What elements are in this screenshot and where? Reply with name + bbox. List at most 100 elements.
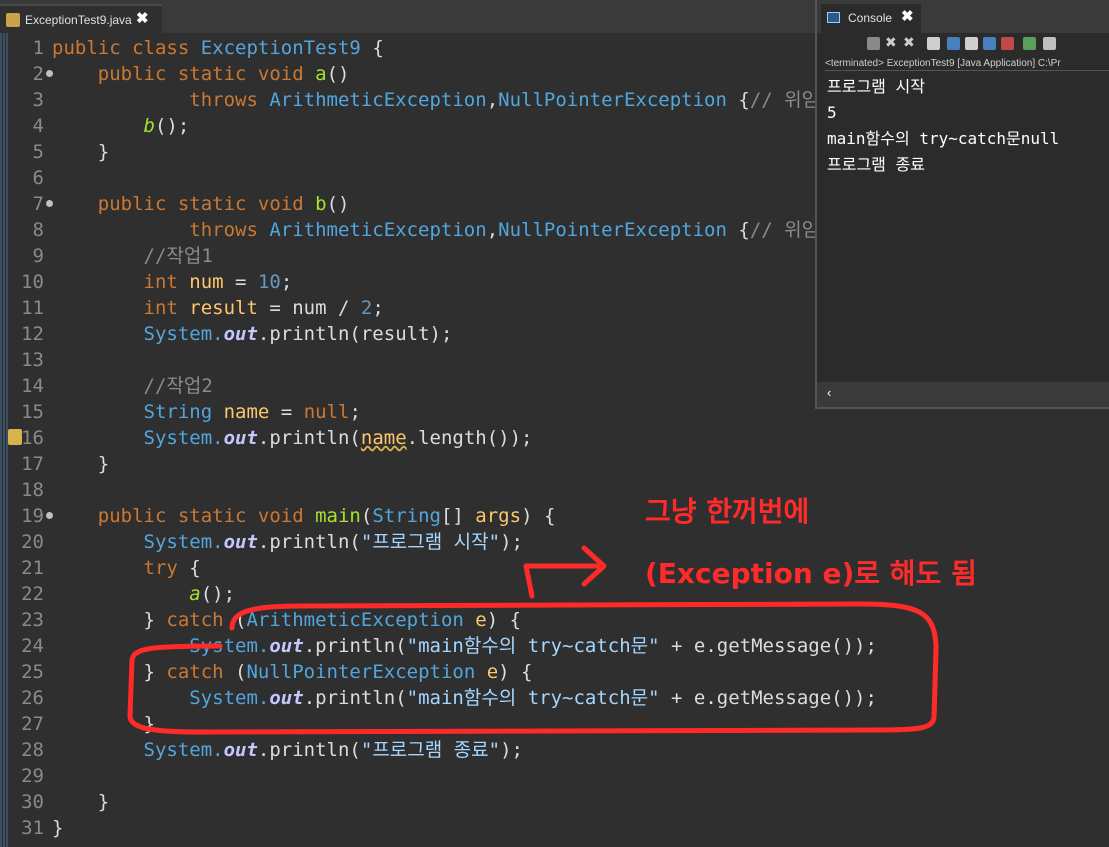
remove-launch-icon[interactable]: ✖	[885, 36, 898, 50]
display-console-icon[interactable]	[1043, 37, 1056, 50]
code-token: {	[726, 219, 750, 241]
code-token: out	[269, 687, 304, 709]
code-comment: //작업2	[143, 375, 213, 397]
line-number: 29	[21, 765, 44, 787]
line-number: 18	[21, 479, 44, 501]
code-line[interactable]: 26 System.out.println("main함수의 try~catch…	[8, 685, 1109, 711]
line-number: 27	[21, 713, 44, 735]
code-token: throws	[52, 219, 270, 241]
code-token: .println(	[257, 739, 361, 761]
code-token: throws	[52, 89, 270, 111]
clear-console-icon[interactable]	[927, 37, 940, 50]
code-line[interactable]: 25 } catch (NullPointerException e) {	[8, 659, 1109, 685]
code-line[interactable]: 30 }	[8, 789, 1109, 815]
code-token: ) {	[486, 609, 522, 631]
scroll-lock-icon[interactable]	[947, 37, 960, 50]
code-token: ,	[486, 219, 499, 241]
code-line[interactable]: 28 System.out.println("프로그램 종료");	[8, 737, 1109, 763]
show-on-stderr-icon[interactable]	[1001, 37, 1014, 50]
code-line[interactable]: 23 } catch (ArithmeticException e) {	[8, 607, 1109, 633]
java-file-icon	[6, 13, 20, 27]
code-token: result	[189, 297, 258, 319]
code-comment: //작업1	[143, 245, 213, 267]
code-token: =	[223, 271, 258, 293]
code-token: }	[52, 817, 64, 839]
code-token: out	[223, 323, 258, 345]
code-token: catch	[166, 609, 224, 631]
close-icon[interactable]: ✖	[136, 9, 149, 27]
console-output-line: main함수의 try~catch문null	[827, 129, 1060, 148]
line-number: 6	[32, 167, 44, 189]
code-token: String	[372, 505, 441, 527]
console-tab-bar: Console ✖	[817, 0, 1109, 33]
code-token: out	[223, 427, 258, 449]
code-token: System.	[143, 427, 224, 449]
code-token: try	[143, 557, 178, 579]
code-token: name	[360, 427, 407, 449]
code-token: + e.getMessage());	[659, 635, 877, 657]
remove-all-icon[interactable]: ✖	[903, 36, 916, 50]
code-comment: // 위임	[749, 219, 820, 241]
show-on-stdout-icon[interactable]	[983, 37, 996, 50]
code-token: System.	[189, 687, 270, 709]
code-line[interactable]: 16 System.out.println(name.length());	[8, 425, 1109, 451]
tab-exceptiontest9[interactable]: ExceptionTest9.java ✖	[0, 4, 162, 33]
code-token: =	[269, 401, 304, 423]
console-status: <terminated> ExceptionTest9 [Java Applic…	[825, 58, 1109, 71]
console-output-line: 5	[827, 103, 837, 122]
code-token: a	[189, 583, 201, 605]
word-wrap-icon[interactable]	[965, 37, 978, 50]
code-token: String	[143, 401, 224, 423]
code-token: {	[360, 37, 384, 59]
code-line[interactable]: 31}	[8, 815, 1109, 841]
code-line[interactable]: 24 System.out.println("main함수의 try~catch…	[8, 633, 1109, 659]
code-token: {	[177, 557, 201, 579]
console-tab-label: Console	[848, 11, 893, 25]
code-line[interactable]: 18	[8, 477, 1109, 503]
code-token: ()	[326, 193, 350, 215]
line-number: 24	[21, 635, 44, 657]
line-number: 28	[21, 739, 44, 761]
tab-console[interactable]: Console ✖	[821, 4, 921, 33]
line-number: 2	[32, 63, 44, 85]
code-token: (	[360, 505, 373, 527]
pin-console-icon[interactable]	[1023, 37, 1036, 50]
tab-label: ExceptionTest9.java	[25, 13, 132, 27]
code-line[interactable]: 17 }	[8, 451, 1109, 477]
close-icon[interactable]: ✖	[901, 7, 914, 25]
code-token: out	[223, 531, 258, 553]
terminate-icon[interactable]	[867, 37, 880, 50]
line-number: 13	[21, 349, 44, 371]
code-token: e	[463, 609, 487, 631]
code-token: }	[52, 713, 155, 735]
code-line[interactable]: 29	[8, 763, 1109, 789]
line-number: 26	[21, 687, 44, 709]
line-number: 1	[32, 37, 44, 59]
code-token: (	[223, 609, 247, 631]
code-token: int	[143, 297, 190, 319]
code-token: = num /	[257, 297, 361, 319]
code-token: System.	[143, 739, 224, 761]
code-line[interactable]: 19 public static void main(String[] args…	[8, 503, 1109, 529]
scroll-left-icon[interactable]: ‹	[827, 385, 831, 400]
annotation-text: 그냥 한꺼번에	[645, 495, 810, 528]
console-output-line: 프로그램 시작	[827, 77, 925, 96]
code-string: "main함수의 try~catch문"	[406, 687, 660, 709]
horizontal-scrollbar[interactable]: ‹	[817, 382, 1109, 407]
code-token: (	[223, 661, 247, 683]
overview-ruler	[0, 33, 8, 847]
code-line[interactable]: 27 }	[8, 711, 1109, 737]
console-view[interactable]: Console ✖ ✖ ✖ <terminated> ExceptionTest…	[815, 0, 1109, 409]
code-token: []	[440, 505, 476, 527]
code-token: }	[52, 791, 110, 813]
line-number: 5	[32, 141, 44, 163]
code-token: {	[726, 89, 750, 111]
